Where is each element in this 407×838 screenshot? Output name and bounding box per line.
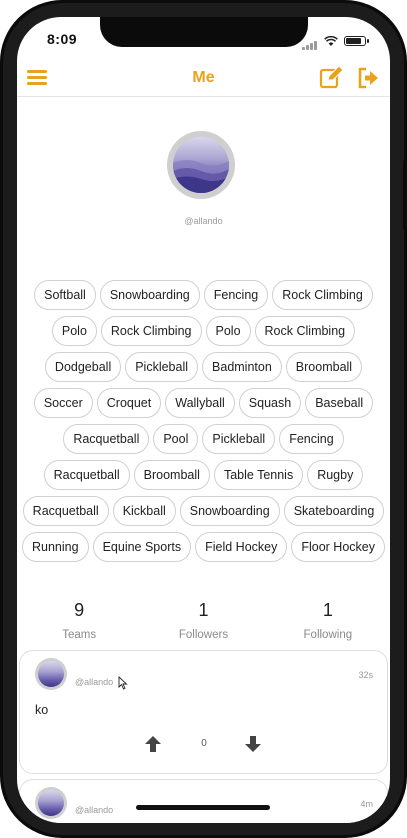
stat-following[interactable]: 1 Following <box>266 597 390 641</box>
edit-icon[interactable] <box>319 66 343 90</box>
sport-tag[interactable]: Badminton <box>202 352 282 382</box>
post-username[interactable]: @allando <box>75 805 113 815</box>
power-button <box>403 160 407 230</box>
tag-row: Soccer Croquet Wallyball Squash Baseball <box>17 388 390 420</box>
post-body: ko <box>35 703 49 717</box>
sport-tag[interactable]: Pickleball <box>125 352 199 382</box>
sport-tag[interactable]: Broomball <box>133 460 210 490</box>
sport-tag[interactable]: Soccer <box>33 388 93 418</box>
vote-count: 0 <box>201 738 207 749</box>
notch <box>100 17 308 47</box>
stat-value: 9 <box>74 600 85 620</box>
sport-tag[interactable]: Field Hockey <box>195 532 288 562</box>
post-timestamp: 4m <box>360 799 373 809</box>
battery-icon <box>344 36 369 46</box>
sport-tag[interactable]: Equine Sports <box>92 532 192 562</box>
home-indicator[interactable] <box>136 805 270 810</box>
sport-tag[interactable]: Rock Climbing <box>100 316 202 346</box>
post-avatar[interactable] <box>35 658 67 690</box>
profile-avatar[interactable] <box>167 131 235 199</box>
sport-tag[interactable]: Rugby <box>307 460 364 490</box>
tag-row: Running Equine Sports Field Hockey Floor Ho… <box>17 532 390 564</box>
post-avatar[interactable] <box>35 787 67 819</box>
sport-tag[interactable]: Polo <box>205 316 251 346</box>
sport-tag[interactable]: Running <box>22 532 89 562</box>
sport-tag[interactable]: Kickball <box>112 496 176 526</box>
sport-tag[interactable]: Polo <box>51 316 97 346</box>
tag-row: Dodgeball Pickleball Badminton Broomball <box>17 352 390 384</box>
profile-stats: 9 Teams 1 Followers 1 Following <box>17 597 390 641</box>
stat-value: 1 <box>198 600 209 620</box>
sport-tag[interactable]: Rock Climbing <box>254 316 356 346</box>
sport-tag[interactable]: Rock Climbing <box>272 280 373 310</box>
tag-row: Racquetball Pool Pickleball Fencing <box>17 424 390 456</box>
wifi-icon <box>324 35 338 46</box>
stat-value: 1 <box>322 600 333 620</box>
sport-tag[interactable]: Floor Hockey <box>291 532 385 562</box>
status-time: 8:09 <box>47 31 78 47</box>
sport-tag[interactable]: Table Tennis <box>213 460 304 490</box>
sport-tag[interactable]: Croquet <box>96 388 162 418</box>
arrow-up-icon[interactable] <box>144 735 162 753</box>
post-card[interactable]: @allando 32s ko 0 <box>19 650 388 774</box>
sports-tag-list: Softball Snowboarding Fencing Rock Climbing… <box>17 280 390 568</box>
sport-tag[interactable]: Dodgeball <box>44 352 122 382</box>
logout-icon[interactable] <box>357 67 379 89</box>
sport-tag[interactable]: Pool <box>153 424 199 454</box>
sport-tag[interactable]: Broomball <box>285 352 363 382</box>
sport-tag[interactable]: Racquetball <box>63 424 150 454</box>
sport-tag[interactable]: Squash <box>238 388 302 418</box>
sport-tag[interactable]: Skateboarding <box>283 496 385 526</box>
sport-tag[interactable]: Baseball <box>305 388 374 418</box>
stat-followers[interactable]: 1 Followers <box>141 597 265 641</box>
post-vote-bar: 0 <box>20 735 387 755</box>
stat-label: Following <box>303 629 353 641</box>
phone-screen: 8:09 Me @allando Softball Snowboarding Fen… <box>17 17 390 823</box>
sport-tag[interactable]: Softball <box>34 280 96 310</box>
profile-handle: @allando <box>184 216 223 226</box>
status-icons <box>302 32 369 50</box>
sport-tag[interactable]: Snowboarding <box>99 280 200 310</box>
signal-icon <box>302 32 318 50</box>
sport-tag[interactable]: Racquetball <box>43 460 130 490</box>
sport-tag[interactable]: Fencing <box>203 280 269 310</box>
sport-tag[interactable]: Wallyball <box>165 388 235 418</box>
stat-teams[interactable]: 9 Teams <box>17 597 141 641</box>
sport-tag[interactable]: Racquetball <box>22 496 109 526</box>
sport-tag[interactable]: Fencing <box>279 424 344 454</box>
post-username[interactable]: @allando <box>75 677 113 687</box>
post-card[interactable]: @allando 4m <box>19 779 388 823</box>
stat-label: Teams <box>62 629 97 641</box>
arrow-down-icon[interactable] <box>244 735 262 753</box>
tag-row: Racquetball Kickball Snowboarding Skateboar… <box>17 496 390 528</box>
mouse-cursor-icon <box>118 676 128 690</box>
stat-label: Followers <box>178 629 229 641</box>
tag-row: Softball Snowboarding Fencing Rock Climbing <box>17 280 390 312</box>
top-nav-bar: Me <box>17 61 390 97</box>
tag-row: Polo Rock Climbing Polo Rock Climbing <box>17 316 390 348</box>
sport-tag[interactable]: Pickleball <box>202 424 276 454</box>
post-timestamp: 32s <box>358 670 373 680</box>
tag-row: Racquetball Broomball Table Tennis Rugby <box>17 460 390 492</box>
sport-tag[interactable]: Snowboarding <box>179 496 280 526</box>
